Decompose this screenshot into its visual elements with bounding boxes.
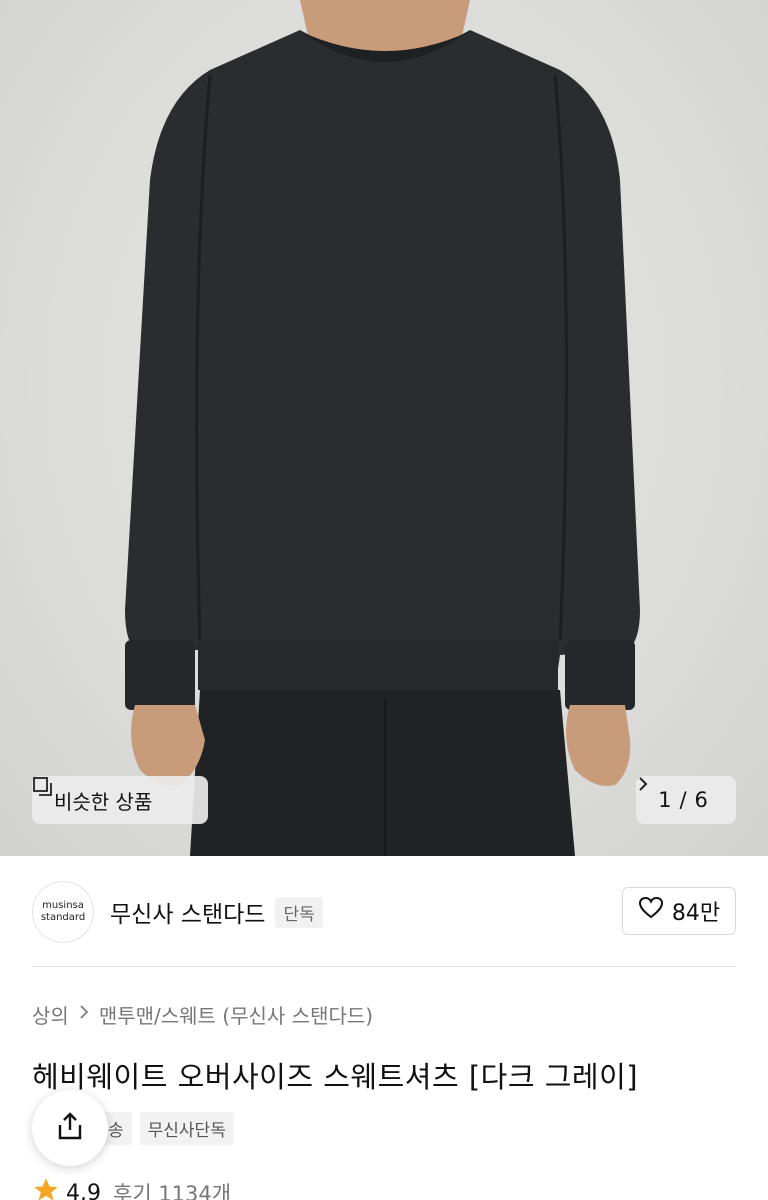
rating-value: 4.9	[66, 1180, 101, 1200]
product-photo	[125, 0, 640, 856]
pager-total: 6	[694, 788, 708, 812]
breadcrumb-category[interactable]: 맨투맨/스웨트 (무신사 스탠다드)	[99, 1000, 373, 1029]
rating-row[interactable]: 4.9 후기 1134개	[32, 1176, 231, 1200]
product-title: 헤비웨이트 오버사이즈 스웨트셔츠 [다크 그레이]	[32, 1060, 639, 1094]
brand-row: musinsa standard 무신사 스탠다드 단독 84만	[32, 880, 736, 944]
brand-name[interactable]: 무신사 스탠다드	[110, 895, 265, 929]
similar-products-button[interactable]: 비슷한 상품	[32, 776, 208, 824]
like-button[interactable]: 84만	[622, 887, 736, 935]
review-count[interactable]: 후기 1134개	[113, 1178, 231, 1200]
brand-logo-line2: standard	[40, 912, 86, 923]
brand-logo[interactable]: musinsa standard	[32, 881, 94, 943]
product-tags: 송 무신사단독	[100, 1112, 234, 1145]
image-pager[interactable]: 1 / 6	[636, 776, 736, 824]
tag-exclusive: 무신사단독	[139, 1112, 234, 1145]
similar-products-label: 비슷한 상품	[54, 789, 153, 814]
share-icon	[54, 1110, 86, 1146]
divider	[32, 966, 736, 967]
pager-current: 1	[658, 788, 672, 812]
breadcrumb-root[interactable]: 상의	[32, 1000, 69, 1029]
breadcrumb: 상의 맨투맨/스웨트 (무신사 스탠다드)	[32, 1000, 373, 1029]
star-icon	[32, 1176, 60, 1200]
share-button[interactable]	[32, 1090, 108, 1166]
product-image-carousel[interactable]: 비슷한 상품 1 / 6	[0, 0, 768, 856]
brand-exclusive-badge: 단독	[275, 896, 323, 928]
brand-logo-line1: musinsa	[42, 900, 84, 911]
heart-icon	[638, 896, 664, 926]
like-count: 84만	[671, 901, 721, 926]
pager-separator: /	[679, 788, 687, 812]
chevron-right-icon	[79, 1004, 89, 1025]
